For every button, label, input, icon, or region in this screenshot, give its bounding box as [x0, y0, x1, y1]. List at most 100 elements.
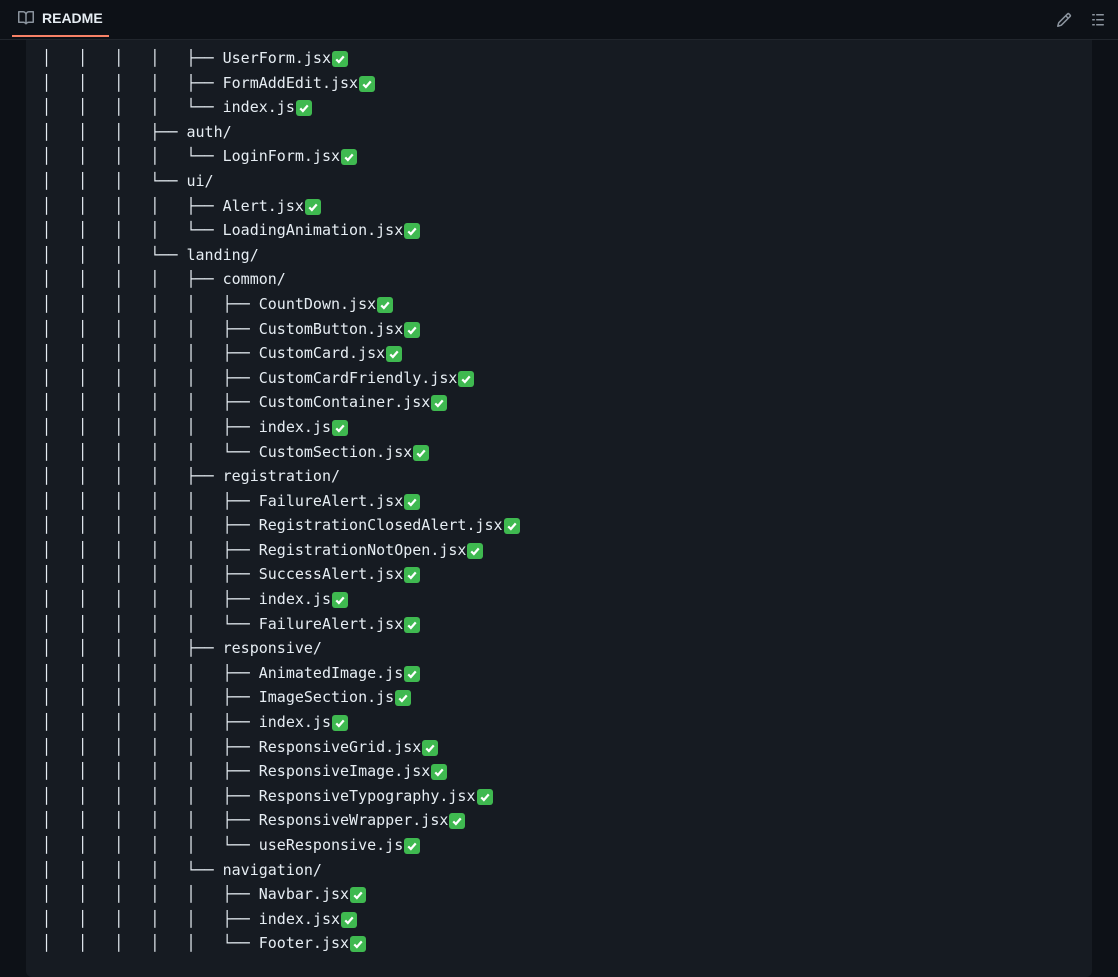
check-icon — [404, 666, 420, 682]
tree-row: │ │ │ │ │ ├── FailureAlert.jsx — [42, 489, 1076, 514]
tree-row: │ │ │ │ │ ├── CustomCard.jsx — [42, 341, 1076, 366]
tree-row: │ │ │ │ │ ├── index.js — [42, 415, 1076, 440]
tree-node-name: landing/ — [187, 246, 259, 264]
tree-row: │ │ │ │ └── LoadingAnimation.jsx — [42, 218, 1076, 243]
tree-row: │ │ │ └── landing/ — [42, 243, 1076, 268]
tree-row: │ │ │ │ │ ├── CountDown.jsx — [42, 292, 1076, 317]
tree-row: │ │ │ │ │ ├── RegistrationNotOpen.jsx — [42, 538, 1076, 563]
tree-row: │ │ │ ├── auth/ — [42, 120, 1076, 145]
tree-node-name: index.js — [223, 98, 295, 116]
tree-prefix: │ │ │ │ ├── — [42, 49, 223, 67]
check-icon — [341, 912, 357, 928]
tree-node-name: CustomSection.jsx — [259, 443, 413, 461]
check-icon — [350, 887, 366, 903]
tree-node-name: ResponsiveImage.jsx — [259, 762, 431, 780]
tree-prefix: │ │ │ │ │ └── — [42, 836, 259, 854]
tree-row: │ │ │ │ │ ├── RegistrationClosedAlert.js… — [42, 513, 1076, 538]
tree-row: │ │ │ │ │ └── Footer.jsx — [42, 931, 1076, 956]
tree-prefix: │ │ │ │ └── — [42, 147, 223, 165]
check-icon — [350, 936, 366, 952]
tree-node-name: SuccessAlert.jsx — [259, 565, 404, 583]
tree-node-name: UserForm.jsx — [223, 49, 331, 67]
tree-node-name: responsive/ — [223, 639, 322, 657]
readme-tab[interactable]: README — [12, 3, 109, 37]
tree-node-name: FailureAlert.jsx — [259, 492, 404, 510]
check-icon — [431, 395, 447, 411]
tree-prefix: │ │ │ │ │ ├── — [42, 369, 259, 387]
tree-node-name: index.js — [259, 713, 331, 731]
tree-prefix: │ │ │ │ │ ├── — [42, 713, 259, 731]
tree-node-name: useResponsive.js — [259, 836, 404, 854]
tree-prefix: │ │ │ │ │ ├── — [42, 565, 259, 583]
tree-row: │ │ │ │ │ └── useResponsive.js — [42, 833, 1076, 858]
tree-prefix: │ │ │ │ ├── — [42, 74, 223, 92]
content-area: │ │ │ │ ├── UserForm.jsx│ │ │ │ ├── Form… — [0, 40, 1118, 977]
tree-row: │ │ │ │ │ ├── ImageSection.js — [42, 685, 1076, 710]
tree-prefix: │ │ │ │ │ └── — [42, 443, 259, 461]
tree-node-name: LoginForm.jsx — [223, 147, 340, 165]
tree-row: │ │ │ │ │ ├── index.js — [42, 587, 1076, 612]
tree-node-name: FailureAlert.jsx — [259, 615, 404, 633]
tree-row: │ │ │ │ │ ├── index.js — [42, 710, 1076, 735]
tree-node-name: registration/ — [223, 467, 340, 485]
tree-row: │ │ │ │ ├── Alert.jsx — [42, 194, 1076, 219]
tree-node-name: RegistrationNotOpen.jsx — [259, 541, 467, 559]
tree-row: │ │ │ │ └── index.js — [42, 95, 1076, 120]
check-icon — [395, 690, 411, 706]
tree-prefix: │ │ │ ├── — [42, 123, 187, 141]
file-header: README — [0, 0, 1118, 40]
tree-prefix: │ │ │ │ │ ├── — [42, 492, 259, 510]
tree-node-name: ui/ — [187, 172, 214, 190]
tree-row: │ │ │ │ └── navigation/ — [42, 858, 1076, 883]
check-icon — [449, 813, 465, 829]
check-icon — [341, 149, 357, 165]
check-icon — [332, 420, 348, 436]
tree-prefix: │ │ │ │ │ ├── — [42, 418, 259, 436]
tree-prefix: │ │ │ └── — [42, 172, 187, 190]
tree-prefix: │ │ │ │ │ ├── — [42, 688, 259, 706]
tree-node-name: ImageSection.js — [259, 688, 394, 706]
tree-prefix: │ │ │ │ │ ├── — [42, 541, 259, 559]
check-icon — [377, 297, 393, 313]
outline-button[interactable] — [1090, 12, 1106, 28]
check-icon — [305, 199, 321, 215]
tree-prefix: │ │ │ │ │ ├── — [42, 910, 259, 928]
tree-prefix: │ │ │ │ │ ├── — [42, 811, 259, 829]
check-icon — [404, 838, 420, 854]
tree-node-name: common/ — [223, 270, 286, 288]
check-icon — [404, 494, 420, 510]
tree-prefix: │ │ │ │ └── — [42, 98, 223, 116]
tree-row: │ │ │ │ │ └── CustomSection.jsx — [42, 440, 1076, 465]
tree-node-name: CustomButton.jsx — [259, 320, 404, 338]
tree-node-name: AnimatedImage.js — [259, 664, 404, 682]
tree-prefix: │ │ │ │ │ └── — [42, 615, 259, 633]
check-icon — [458, 371, 474, 387]
tree-row: │ │ │ │ │ ├── ResponsiveWrapper.jsx — [42, 808, 1076, 833]
tree-row: │ │ │ │ │ ├── AnimatedImage.js — [42, 661, 1076, 686]
tree-row: │ │ │ │ ├── UserForm.jsx — [42, 46, 1076, 71]
tree-row: │ │ │ │ ├── registration/ — [42, 464, 1076, 489]
tree-row: │ │ │ │ │ ├── index.jsx — [42, 907, 1076, 932]
tree-prefix: │ │ │ │ │ ├── — [42, 885, 259, 903]
check-icon — [386, 346, 402, 362]
tree-row: │ │ │ │ │ ├── ResponsiveGrid.jsx — [42, 735, 1076, 760]
tab-label: README — [42, 10, 103, 26]
tree-prefix: │ │ │ │ │ └── — [42, 934, 259, 952]
tree-row: │ │ │ │ └── LoginForm.jsx — [42, 144, 1076, 169]
tree-prefix: │ │ │ │ └── — [42, 221, 223, 239]
tree-row: │ │ │ │ │ ├── CustomCardFriendly.jsx — [42, 366, 1076, 391]
tree-prefix: │ │ │ │ ├── — [42, 270, 223, 288]
check-icon — [359, 76, 375, 92]
tree-prefix: │ │ │ │ ├── — [42, 467, 223, 485]
tree-prefix: │ │ │ │ │ ├── — [42, 320, 259, 338]
edit-button[interactable] — [1056, 12, 1072, 28]
tree-row: │ │ │ │ │ ├── CustomContainer.jsx — [42, 390, 1076, 415]
tree-prefix: │ │ │ │ │ ├── — [42, 664, 259, 682]
tree-row: │ │ │ │ │ ├── ResponsiveTypography.jsx — [42, 784, 1076, 809]
tree-node-name: navigation/ — [223, 861, 322, 879]
tree-node-name: Alert.jsx — [223, 197, 304, 215]
tree-prefix: │ │ │ │ │ ├── — [42, 516, 259, 534]
tree-row: │ │ │ │ │ ├── Navbar.jsx — [42, 882, 1076, 907]
check-icon — [504, 518, 520, 534]
header-actions — [1056, 12, 1106, 28]
